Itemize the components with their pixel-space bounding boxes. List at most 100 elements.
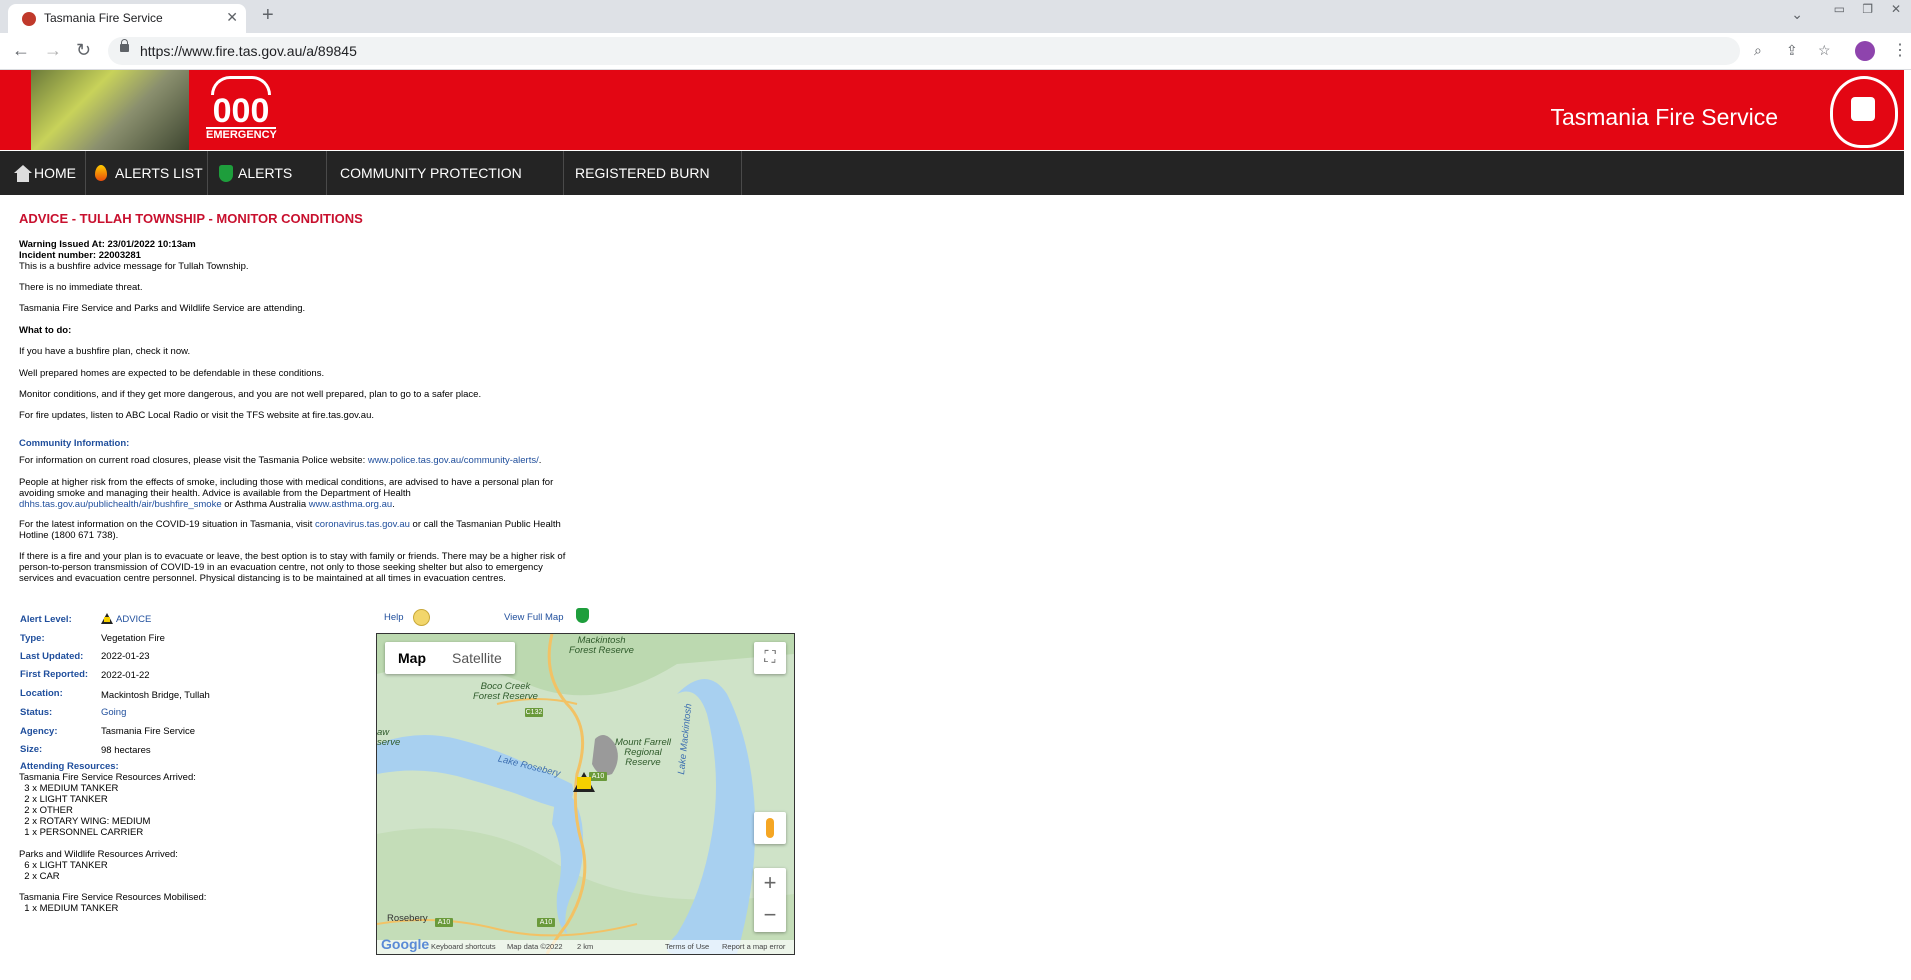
covid-text: For the latest information on the COVID-… — [19, 519, 561, 541]
smoke-text: People at higher risk from the effects o… — [19, 477, 554, 510]
keyboard-shortcuts-link[interactable]: Keyboard shortcuts — [431, 940, 496, 954]
fullscreen-button[interactable]: ⛶ — [754, 642, 786, 674]
flame-icon — [95, 165, 107, 181]
bookmark-star-icon[interactable]: ☆ — [1818, 42, 1831, 59]
incident-number: Incident number: 22003281 — [19, 250, 141, 261]
tfs-arrived-heading: Tasmania Fire Service Resources Arrived: — [19, 772, 196, 783]
dhhs-smoke-link[interactable]: dhhs.tas.gov.au/publichealth/air/bushfir… — [19, 499, 222, 510]
site-header: 000 EMERGENCY Tasmania Fire Service — [0, 70, 1904, 150]
incident-map[interactable]: Mackintosh Forest Reserve Boco Creek Fores… — [376, 633, 795, 955]
emergency-number: 000 — [212, 92, 270, 130]
tab-search-icon[interactable]: ⌄ — [1791, 6, 1803, 23]
satellite-view-button[interactable]: Satellite — [439, 642, 515, 674]
terms-link[interactable]: Terms of Use — [665, 940, 709, 954]
pws-arrived-heading: Parks and Wildlife Resources Arrived: — [19, 849, 178, 860]
map-type-control: Map Satellite — [385, 642, 515, 674]
firefighters-photo — [31, 70, 189, 150]
browser-tab[interactable]: Tasmania Fire Service ✕ — [8, 4, 246, 33]
road-shield-a10: A10 — [435, 918, 453, 927]
zoom-in-button[interactable]: + — [754, 868, 786, 900]
tasmania-map-icon[interactable] — [576, 608, 589, 623]
first-reported-label: First Reported: — [20, 669, 89, 680]
todo-item: Monitor conditions, and if they get more… — [19, 389, 482, 400]
tab-title: Tasmania Fire Service — [44, 11, 163, 25]
browser-menu-icon[interactable]: ⋮ — [1892, 40, 1908, 60]
resource-item: 2 x CAR — [19, 871, 60, 882]
alert-level-value[interactable]: ADVICE — [101, 613, 151, 625]
size-label: Size: — [20, 744, 43, 755]
last-updated-value: 2022-01-23 — [101, 651, 150, 662]
browser-tab-bar: Tasmania Fire Service ✕ + ⌄ ▭ ❐ ✕ — [0, 0, 1911, 33]
threat-text: There is no immediate threat. — [19, 282, 143, 293]
warning-issued: Warning Issued At: 23/01/2022 10:13am — [19, 239, 196, 250]
profile-avatar[interactable] — [1855, 41, 1875, 61]
emergency-word: EMERGENCY — [206, 127, 277, 141]
zoom-icon[interactable]: ⌕ — [1754, 42, 1762, 59]
location-label: Location: — [20, 688, 63, 699]
alert-level-label: Alert Level: — [20, 614, 72, 625]
tasmania-icon — [219, 165, 233, 182]
nav-alerts-map[interactable]: ALERTS MAP — [208, 151, 327, 225]
lock-icon[interactable] — [120, 39, 129, 52]
google-logo[interactable]: Google — [381, 936, 429, 952]
nav-home[interactable]: HOME — [0, 151, 86, 195]
pegman-icon[interactable] — [754, 812, 786, 844]
reload-icon[interactable]: ↻ — [76, 40, 91, 61]
tfs-mobilised-heading: Tasmania Fire Service Resources Mobilise… — [19, 892, 207, 903]
resource-item: 1 x PERSONNEL CARRIER — [19, 827, 144, 838]
attending-text: Tasmania Fire Service and Parks and Wild… — [19, 303, 306, 314]
zoom-control: + − — [754, 868, 786, 932]
resource-item: 2 x OTHER — [19, 805, 73, 816]
nav-alerts-list[interactable]: ALERTS LIST — [85, 151, 208, 195]
coronavirus-link[interactable]: coronavirus.tas.gov.au — [315, 519, 410, 530]
map-view-button[interactable]: Map — [385, 642, 439, 674]
type-label: Type: — [20, 633, 45, 644]
agency-label: Agency: — [20, 726, 58, 737]
road-closures-text: For information on current road closures… — [19, 455, 542, 466]
zoom-out-button[interactable]: − — [754, 900, 786, 932]
map-label-reserve-left: aw serve — [377, 727, 401, 748]
intro-text: This is a bushfire advice message for Tu… — [19, 261, 249, 272]
url-text[interactable]: https://www.fire.tas.gov.au/a/89845 — [140, 43, 357, 59]
site-title[interactable]: Tasmania Fire Service — [1550, 104, 1778, 131]
forward-icon[interactable]: → — [44, 40, 62, 61]
scale-text[interactable]: 2 km — [577, 940, 593, 954]
new-tab-button[interactable]: + — [262, 4, 274, 27]
tab-close-icon[interactable]: ✕ — [226, 9, 238, 26]
attending-resources-label: Attending Resources: — [20, 761, 119, 772]
view-full-map-link[interactable]: View Full Map — [504, 612, 564, 623]
minimize-icon[interactable]: ▭ — [1834, 2, 1845, 16]
tab-favicon-icon — [22, 12, 36, 26]
resource-item: 1 x MEDIUM TANKER — [19, 903, 119, 914]
close-window-icon[interactable]: ✕ — [1891, 2, 1901, 16]
omnibox[interactable]: https://www.fire.tas.gov.au/a/89845 ⌕ ⇪ … — [108, 37, 1831, 65]
nav-registered-burn-list[interactable]: REGISTERED BURN LIST — [564, 151, 742, 225]
tfs-crest-icon[interactable] — [1830, 76, 1898, 148]
help-link[interactable]: Help — [384, 612, 404, 623]
main-nav: HOME ALERTS LIST ALERTS MAP COMMUNITY PR… — [0, 151, 1904, 225]
community-heading: Community Information: — [19, 438, 130, 449]
asthma-link[interactable]: www.asthma.org.au — [309, 499, 392, 510]
evacuation-text: If there is a fire and your plan is to e… — [19, 551, 566, 584]
police-link[interactable]: www.police.tas.gov.au/community-alerts/ — [368, 455, 539, 466]
todo-item: If you have a bushfire plan, check it no… — [19, 346, 191, 357]
address-bar: ← → ↻ https://www.fire.tas.gov.au/a/8984… — [0, 33, 1911, 70]
home-icon — [14, 165, 32, 182]
nav-community-protection-plans[interactable]: COMMUNITY PROTECTION PLANS — [327, 151, 564, 225]
resource-item: 2 x ROTARY WING: MEDIUM — [19, 816, 151, 827]
report-error-link[interactable]: Report a map error — [722, 940, 785, 954]
restore-icon[interactable]: ❐ — [1862, 2, 1873, 16]
help-icon[interactable] — [413, 609, 430, 626]
road-shield-c132: C132 — [525, 708, 543, 717]
status-value[interactable]: Going — [101, 707, 126, 718]
map-data-text: Map data ©2022 — [507, 942, 563, 951]
incident-marker-icon[interactable] — [573, 772, 595, 792]
road-shield-a10: A10 — [537, 918, 555, 927]
what-to-do-heading: What to do: — [19, 325, 72, 336]
map-footer: Keyboard shortcuts Map data ©2022 2 km T… — [377, 940, 794, 954]
share-icon[interactable]: ⇪ — [1786, 42, 1798, 59]
first-reported-value: 2022-01-22 — [101, 670, 150, 681]
emergency-logo: 000 EMERGENCY — [206, 76, 277, 142]
back-icon[interactable]: ← — [12, 40, 30, 61]
size-value: 98 hectares — [101, 745, 151, 756]
